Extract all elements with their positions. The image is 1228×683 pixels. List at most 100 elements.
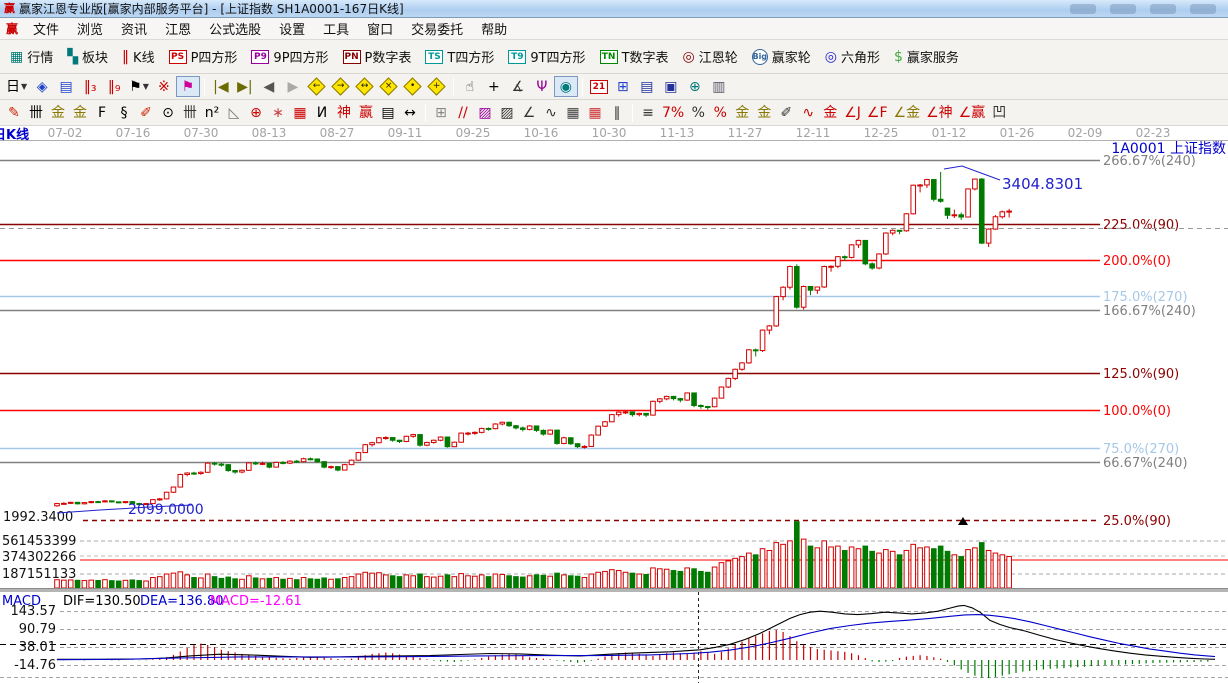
f-angle-button[interactable]: ∠F	[864, 103, 891, 122]
winner-wheel-button[interactable]: Big赢家轮	[745, 44, 818, 69]
grid-red-button[interactable]: ▦	[584, 103, 606, 122]
wave-red-button[interactable]: ∿	[797, 103, 819, 122]
diamond-center-button[interactable]: •	[401, 76, 425, 97]
gold-ratio-button[interactable]: 金	[47, 103, 69, 122]
menu-item-设置[interactable]: 设置	[270, 21, 314, 40]
wave-mark-button[interactable]: И	[311, 103, 333, 122]
menu-item-资讯[interactable]: 资讯	[112, 21, 156, 40]
bars9-button[interactable]: ‖₉	[102, 76, 126, 97]
diamond-collapse-button[interactable]: ×	[377, 76, 401, 97]
grid-dark-button[interactable]: ▦	[562, 103, 584, 122]
shen-tool-button[interactable]: 神	[333, 103, 355, 122]
info-panel-button[interactable]: ▤	[54, 76, 78, 97]
analysis-brain-button[interactable]: ◉	[554, 76, 578, 97]
hexagon-button[interactable]: ◎六角形	[818, 44, 887, 69]
menu-item-浏览[interactable]: 浏览	[68, 21, 112, 40]
t-square-button[interactable]: TST四方形	[418, 44, 501, 69]
bars3-button[interactable]: ‖₃	[78, 76, 102, 97]
menu-item-公式选股[interactable]: 公式选股	[200, 21, 270, 40]
9p-square-button[interactable]: P99P四方形	[244, 44, 335, 69]
fan-box2-button[interactable]: ▨	[496, 103, 518, 122]
period-day-button[interactable]: 日▼	[3, 76, 30, 97]
percent-line-button[interactable]: %	[709, 103, 731, 122]
fan-lines-button[interactable]: //	[452, 103, 474, 122]
titlebar[interactable]: 赢 赢家江恩专业版[赢家内部服务平台] - [上证指数 SH1A0001-167…	[0, 0, 1228, 18]
p-square-button[interactable]: PSP四方形	[162, 44, 245, 69]
sectors-button[interactable]: ▚板块	[60, 44, 115, 69]
print-button[interactable]: ▥	[707, 76, 731, 97]
ying-tool-button[interactable]: 赢	[355, 103, 377, 122]
crosshair-button[interactable]: +	[482, 76, 506, 97]
angle-set-button[interactable]: ∠	[518, 103, 540, 122]
menu-item-交易委托[interactable]: 交易委托	[402, 21, 472, 40]
zigzag-button[interactable]: ∿	[540, 103, 562, 122]
pan-hand-button[interactable]: ☝	[458, 76, 482, 97]
concave-button[interactable]: 凹	[988, 103, 1010, 122]
last-bar-button[interactable]: ▶|	[233, 76, 257, 97]
draw-pen-button[interactable]: ✎	[3, 103, 25, 122]
ying-angle-button[interactable]: ∠赢	[956, 103, 989, 122]
span-measure-button[interactable]: ↔	[399, 103, 421, 122]
menu-item-文件[interactable]: 文件	[24, 21, 68, 40]
kline-button[interactable]: ‖K线	[115, 44, 162, 69]
diamond-left-button[interactable]: ←	[305, 76, 329, 97]
scale-list-button[interactable]: ≡	[637, 103, 659, 122]
gold-circle-button[interactable]: 金	[731, 103, 753, 122]
parallel-button[interactable]: ∥	[606, 103, 628, 122]
diamond-right-button[interactable]: →	[329, 76, 353, 97]
save-button[interactable]: ▣	[659, 76, 683, 97]
gann-fan-button[interactable]: Ψ	[530, 76, 554, 97]
menu-item-江恩[interactable]: 江恩	[156, 21, 200, 40]
t-table-button[interactable]: TNT数字表	[593, 44, 676, 69]
winner-service-button[interactable]: $赢家服务	[887, 44, 966, 69]
gold-red-button[interactable]: 金	[819, 103, 841, 122]
p-table-button[interactable]: PNP数字表	[336, 44, 419, 69]
first-bar-button[interactable]: |◀	[209, 76, 233, 97]
shen-angle-button[interactable]: ∠神	[923, 103, 956, 122]
star-grid-button[interactable]: ∗	[267, 103, 289, 122]
j-angle-button[interactable]: ∠J	[841, 103, 864, 122]
menu-item-工具[interactable]: 工具	[314, 21, 358, 40]
titlebar-faint-item[interactable]	[1070, 4, 1096, 14]
target-button[interactable]: ⊕	[245, 103, 267, 122]
titlebar-faint-item[interactable]	[1190, 4, 1216, 14]
titlebar-faint-item[interactable]	[1150, 4, 1176, 14]
spiral-button[interactable]: §	[113, 103, 135, 122]
prev-bar-button[interactable]: ◀	[257, 76, 281, 97]
percent7-button[interactable]: 7%	[659, 103, 687, 122]
calculator-button[interactable]: ⊞	[611, 76, 635, 97]
diamond-expand-button[interactable]: +	[425, 76, 449, 97]
gann-ornament-button[interactable]: ※	[152, 76, 176, 97]
menu-item-帮助[interactable]: 帮助	[472, 21, 516, 40]
marker-pen-button[interactable]: ✐	[135, 103, 157, 122]
fan-box-button[interactable]: ▨	[474, 103, 496, 122]
web-button[interactable]: ⊕	[683, 76, 707, 97]
gold-ratio2-button[interactable]: 金	[69, 103, 91, 122]
ruler123-button[interactable]: ▤	[377, 103, 399, 122]
circle-ruler-button[interactable]: ⊙	[157, 103, 179, 122]
gold-angle-button[interactable]: ∠金	[891, 103, 924, 122]
time-cycle-button[interactable]: 卌	[25, 103, 47, 122]
gann-tools-button[interactable]: ◈	[30, 76, 54, 97]
trend-angle-button[interactable]: ∡	[506, 76, 530, 97]
next-bar-button[interactable]: ▶	[281, 76, 305, 97]
flag-button[interactable]: ⚑▼	[126, 76, 152, 97]
color-flag-button[interactable]: ⚑	[176, 76, 200, 97]
menu-item-窗口[interactable]: 窗口	[358, 21, 402, 40]
diamond-hspan-button[interactable]: ↔	[353, 76, 377, 97]
time-grid-button[interactable]: 卌	[179, 103, 201, 122]
box-grid-button[interactable]: ▦	[289, 103, 311, 122]
notes-button[interactable]: ▤	[635, 76, 659, 97]
calendar-button[interactable]: 21	[587, 76, 611, 97]
n-square-button[interactable]: n²	[201, 103, 223, 122]
pen-bars-button[interactable]: ✐	[775, 103, 797, 122]
titlebar-faint-item[interactable]	[1110, 4, 1136, 14]
fibonacci-button[interactable]: F	[91, 103, 113, 122]
window-grid-button[interactable]: ⊞	[430, 103, 452, 122]
gold-line-button[interactable]: 金	[753, 103, 775, 122]
9t-square-button[interactable]: T99T四方形	[501, 44, 592, 69]
quotes-button[interactable]: ▦行情	[3, 44, 60, 69]
gann-wheel-button[interactable]: ◎江恩轮	[676, 44, 745, 69]
percent-button[interactable]: %	[687, 103, 709, 122]
mirror-angle-button[interactable]: ◺	[223, 103, 245, 122]
